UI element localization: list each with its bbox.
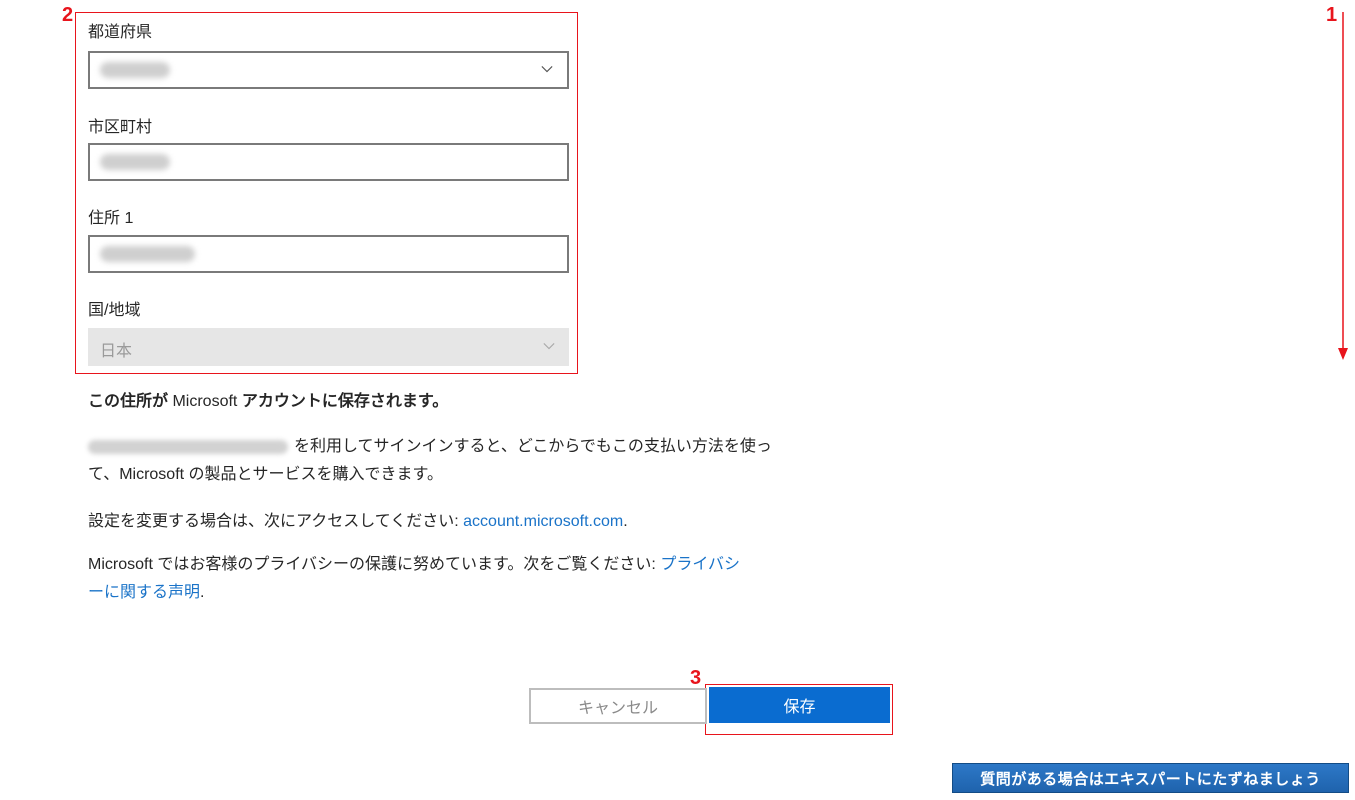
privacy-link[interactable]: プライバシ bbox=[660, 556, 740, 573]
account-link[interactable]: account.microsoft.com bbox=[463, 513, 623, 530]
ask-expert-button[interactable]: 質問がある場合はエキスパートにたずねましょう bbox=[952, 763, 1349, 793]
address1-label: 住所 1 bbox=[88, 210, 134, 227]
privacy-link-cont[interactable]: ーに関する声明 bbox=[88, 584, 200, 601]
city-label: 市区町村 bbox=[88, 119, 153, 136]
prefecture-label: 都道府県 bbox=[88, 24, 153, 41]
city-value-redacted bbox=[100, 154, 170, 170]
country-label: 国/地域 bbox=[88, 302, 141, 319]
address1-input[interactable] bbox=[88, 235, 569, 273]
chevron-down-icon bbox=[541, 66, 553, 73]
save-notice-heading: この住所が Microsoft アカウントに保存されます。 bbox=[88, 393, 449, 410]
signin-description: を利用してサインインすると、どこからでもこの支払い方法を使っ て、Microso… bbox=[88, 438, 772, 483]
prefecture-select[interactable] bbox=[88, 51, 569, 89]
privacy-text: Microsoft ではお客様のプライバシーの保護に努めています。次をご覧くださ… bbox=[88, 556, 741, 601]
prefecture-value-redacted bbox=[100, 62, 170, 78]
annotation-number-3: 3 bbox=[690, 667, 702, 689]
scroll-down-arrow bbox=[1338, 12, 1348, 360]
chevron-down-icon bbox=[543, 343, 555, 350]
address1-value-redacted bbox=[100, 246, 195, 262]
annotation-number-2: 2 bbox=[62, 4, 74, 26]
settings-text: 設定を変更する場合は、次にアクセスしてください: account.microso… bbox=[88, 513, 628, 530]
email-redacted bbox=[88, 439, 288, 454]
city-input[interactable] bbox=[88, 143, 569, 181]
save-button[interactable]: 保存 bbox=[709, 687, 890, 723]
cancel-button[interactable]: キャンセル bbox=[529, 688, 707, 724]
country-select: 日本 bbox=[88, 328, 569, 366]
country-value: 日本 bbox=[100, 343, 133, 360]
